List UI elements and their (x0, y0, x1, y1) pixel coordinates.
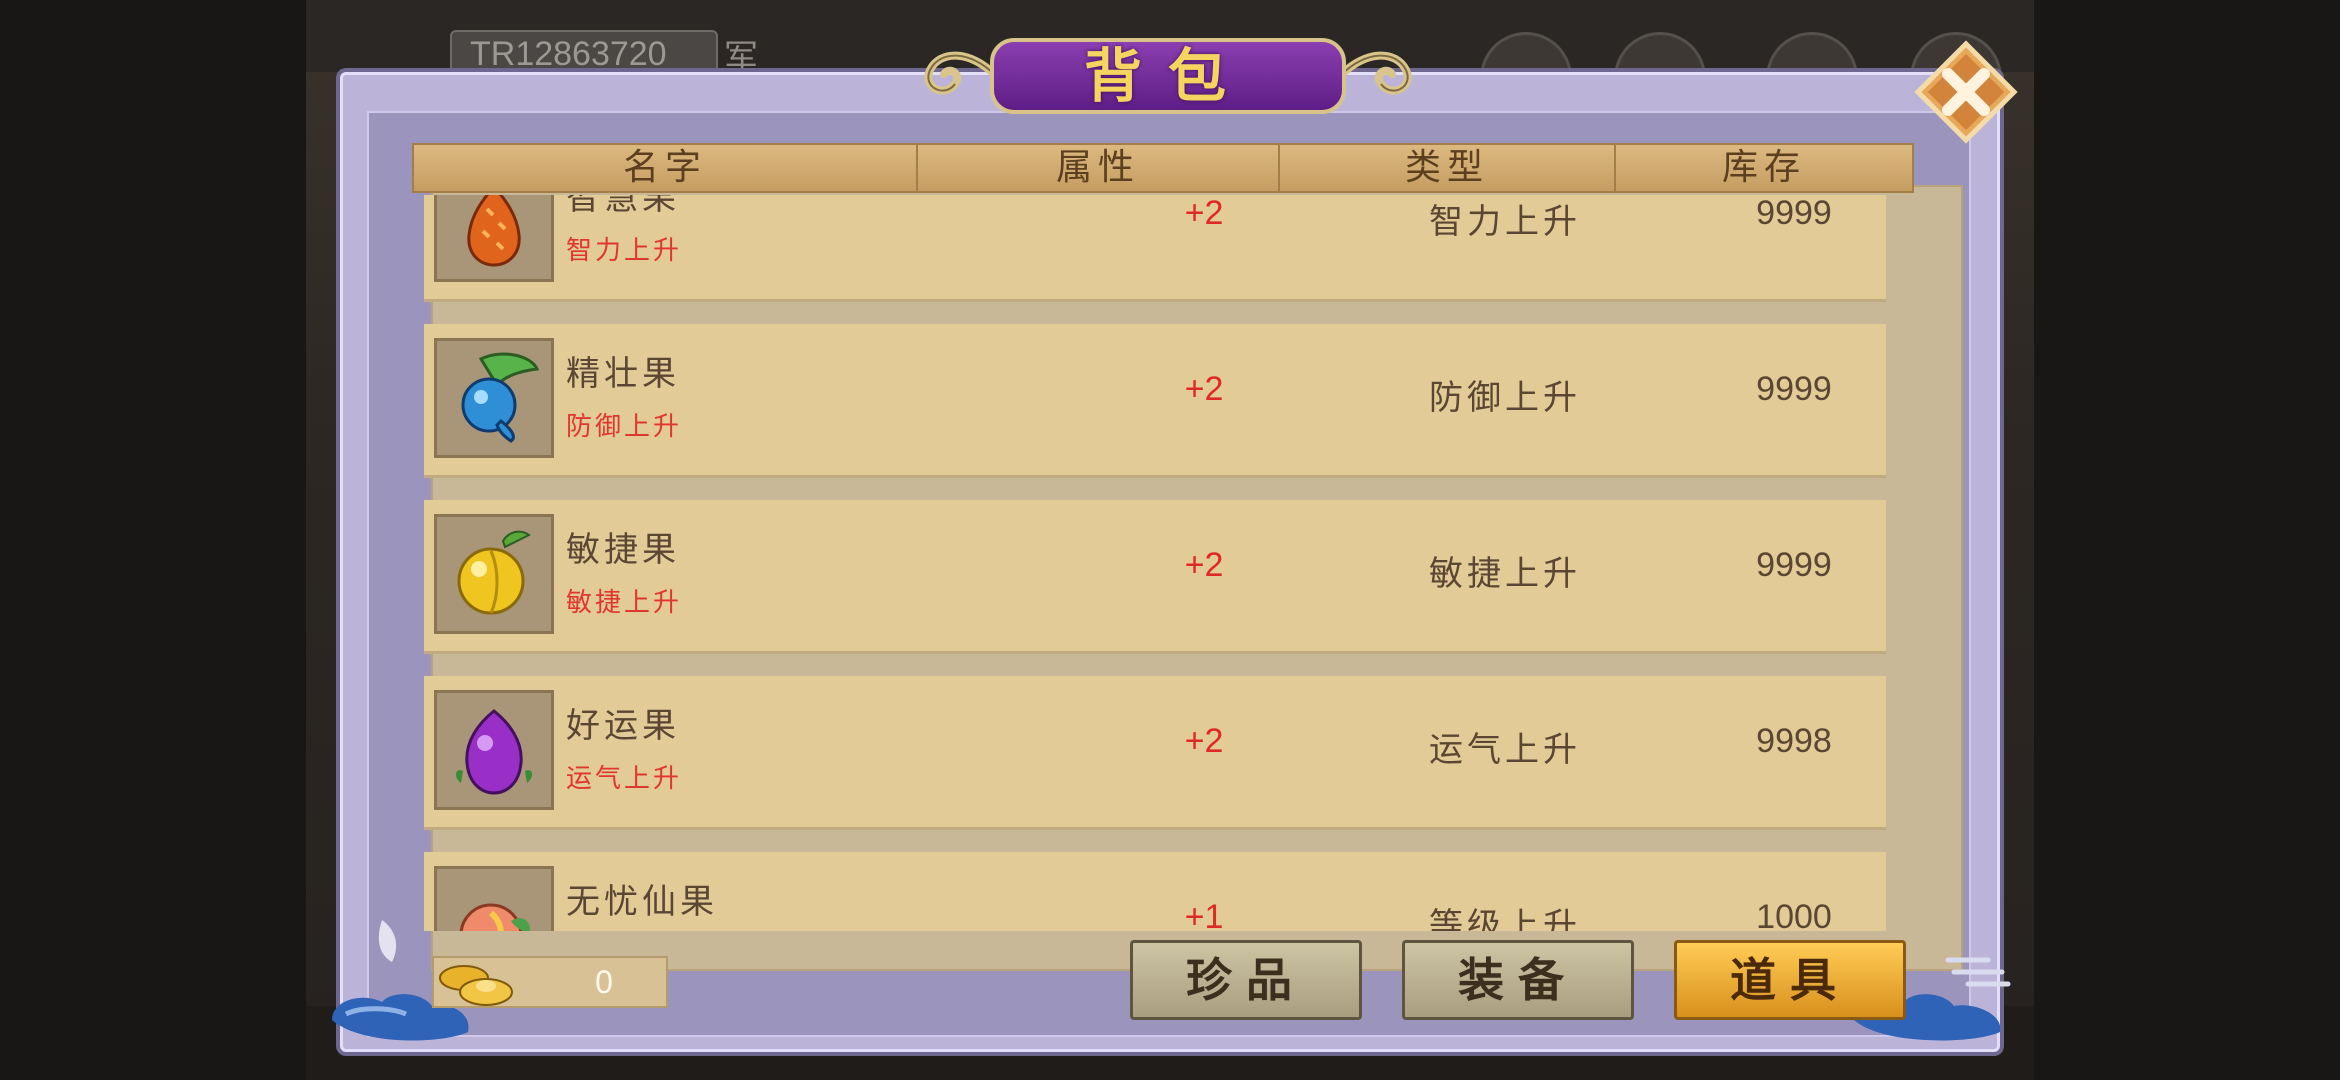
item-name: 精壮果 (566, 354, 680, 394)
tab-items[interactable]: 道具 (1674, 940, 1906, 1020)
item-attribute: +2 (1184, 722, 1224, 760)
scroll-ornament-left-icon (924, 51, 999, 95)
table-row[interactable]: 敏捷果 敏捷上升 +2 敏捷上升 9999 (424, 500, 1886, 654)
panel-title: 背包 (990, 38, 1346, 114)
tab-treasures[interactable]: 珍品 (1130, 940, 1362, 1020)
table-row[interactable]: 无忧仙果 +1 等级上升 1000 (424, 852, 1886, 931)
yellow-peach-icon (457, 530, 531, 615)
item-attribute: +1 (1184, 898, 1224, 931)
item-name: 敏捷果 (566, 530, 680, 570)
close-button[interactable] (1912, 38, 2020, 146)
item-stock: 9999 (1756, 195, 1832, 232)
item-description: 敏捷上升 (566, 588, 683, 618)
close-icon (1914, 40, 2018, 144)
item-list[interactable]: 智慧果 智力上升 +2 智力上升 9999 精壮果 防御上升 +2 防御上升 9… (420, 195, 1890, 931)
item-attribute: +2 (1184, 370, 1224, 408)
item-icon-frame (434, 514, 554, 634)
left-letterbox (0, 0, 306, 1080)
player-id: TR12863720 (450, 30, 718, 74)
table-row[interactable]: 精壮果 防御上升 +2 防御上升 9999 (424, 324, 1886, 478)
column-header-attribute: 属性 (918, 145, 1280, 191)
item-stock: 9999 (1756, 370, 1832, 408)
column-header-name: 名字 (414, 145, 918, 191)
item-stock: 9998 (1756, 722, 1832, 760)
scroll-ornament-right-icon (1337, 51, 1412, 95)
item-name: 好运果 (566, 706, 680, 746)
item-type: 防御上升 (1429, 378, 1581, 418)
currency-display: 0 (432, 956, 668, 1008)
column-header-type: 类型 (1280, 145, 1616, 191)
currency-value: 0 (595, 964, 613, 1000)
item-name: 智慧果 (566, 195, 680, 218)
item-name: 无忧仙果 (566, 882, 718, 922)
table-row[interactable]: 好运果 运气上升 +2 运气上升 9998 (424, 676, 1886, 830)
orange-fruit-icon (467, 195, 521, 267)
item-stock: 9999 (1756, 546, 1832, 584)
gold-ingot-icon (439, 965, 513, 1006)
blue-fruit-icon (461, 352, 540, 443)
item-icon-frame (434, 690, 554, 810)
item-type: 等级上升 (1429, 906, 1581, 931)
column-header-stock: 库存 (1721, 147, 1806, 188)
item-type: 敏捷上升 (1429, 554, 1581, 594)
right-letterbox (2034, 0, 2340, 1080)
item-type: 智力上升 (1429, 202, 1581, 242)
item-description: 防御上升 (566, 412, 683, 442)
item-icon-frame (434, 338, 554, 458)
item-attribute: +2 (1184, 546, 1224, 584)
tab-equipment[interactable]: 装备 (1402, 940, 1634, 1020)
item-description: 运气上升 (566, 764, 683, 794)
item-attribute: +2 (1184, 195, 1224, 232)
table-row[interactable]: 智慧果 智力上升 +2 智力上升 9999 (424, 195, 1886, 302)
item-icon-frame (434, 195, 554, 282)
item-description: 智力上升 (566, 236, 683, 266)
purple-fruit-icon (455, 709, 533, 795)
table-header: 名字 属性 类型 库存 (412, 143, 1914, 193)
item-type: 运气上升 (1429, 730, 1581, 770)
